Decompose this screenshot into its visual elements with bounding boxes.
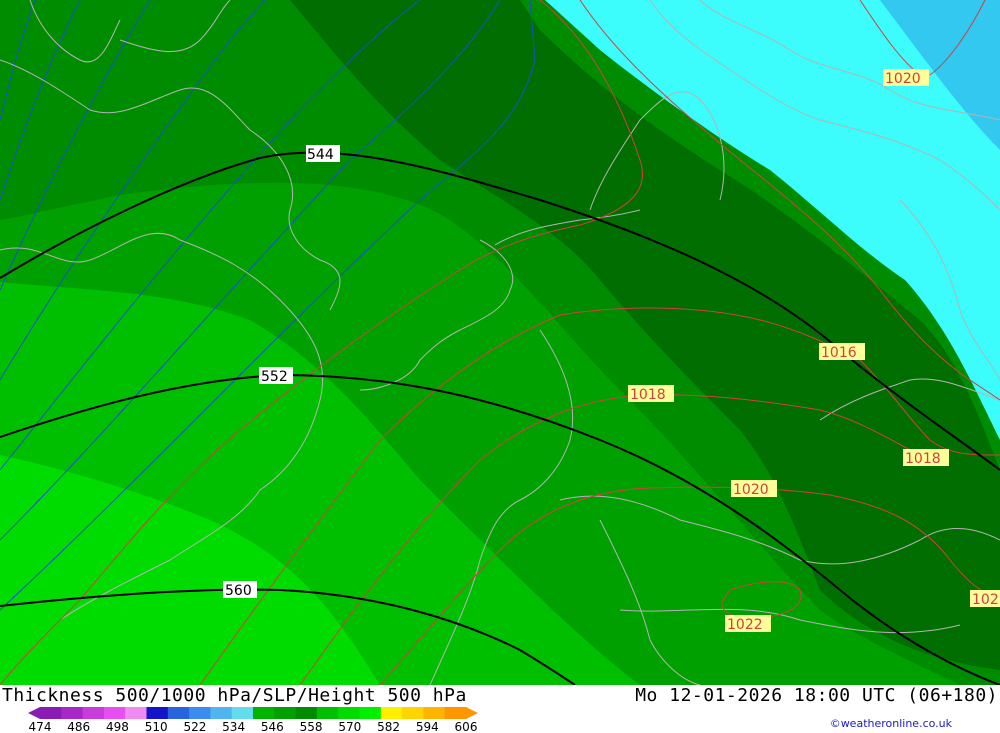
legend-swatch	[402, 707, 424, 719]
legend-swatch	[274, 707, 297, 719]
legend-swatch	[103, 707, 126, 719]
legend-swatch	[189, 707, 211, 719]
legend-swatch	[61, 707, 84, 719]
legend-tick-label: 510	[144, 720, 168, 733]
legend-tick-label: 582	[377, 720, 400, 733]
legend-ticks: 474 486 498 510 522 534 546 558 570 582 594 606	[0, 720, 520, 733]
legend-tick-label: 594	[415, 720, 439, 733]
legend-swatch	[253, 707, 275, 719]
slp-label: 1022	[727, 617, 763, 633]
legend-swatch	[82, 707, 105, 719]
valid-time: Mo 12-01-2026 18:00 UTC (06+180)	[635, 685, 998, 706]
legend-swatch	[146, 707, 169, 719]
legend-swatch	[380, 707, 403, 719]
slp-label: 102	[972, 592, 999, 608]
legend-tick-label: 498	[106, 720, 129, 733]
legend-swatch	[231, 707, 254, 719]
slp-label: 1020	[885, 71, 921, 87]
legend-swatch	[167, 707, 190, 719]
legend-swatch	[210, 707, 233, 719]
legend-swatch	[444, 707, 467, 719]
legend-arrow-right	[466, 707, 478, 719]
slp-label: 1016	[821, 345, 857, 361]
color-legend	[28, 707, 478, 719]
credit-text: ©weatheronline.co.uk	[829, 717, 952, 730]
legend-arrow-left	[28, 707, 40, 719]
thickness-map: 544 552 560 1020 1016 1018 1018 1020 102…	[0, 0, 1000, 685]
map-title: Thickness 500/1000 hPa/SLP/Height 500 hP…	[2, 685, 467, 706]
legend-swatch	[295, 707, 318, 719]
legend-tick-label: 546	[260, 720, 284, 733]
legend-tick-label: 474	[28, 720, 52, 733]
legend-tick-label: 486	[67, 720, 91, 733]
legend-swatch	[338, 707, 360, 719]
legend-swatch	[423, 707, 446, 719]
slp-label: 1018	[630, 387, 666, 403]
height-label-552: 552	[261, 369, 288, 385]
weather-map-screen: 544 552 560 1020 1016 1018 1018 1020 102…	[0, 0, 1000, 733]
legend-tick-label: 570	[338, 720, 362, 733]
legend-tick-label: 522	[183, 720, 207, 733]
slp-label: 1020	[733, 482, 769, 498]
legend-swatch	[359, 707, 382, 719]
slp-label: 1018	[905, 451, 941, 467]
legend-tick-label: 534	[222, 720, 246, 733]
legend-swatch	[316, 707, 339, 719]
height-label-544: 544	[307, 147, 334, 163]
legend-tick-label: 558	[299, 720, 323, 733]
legend-swatch	[40, 707, 62, 719]
legend-tick-label: 606	[454, 720, 478, 733]
height-label-560: 560	[225, 583, 252, 599]
legend-swatch	[125, 707, 147, 719]
